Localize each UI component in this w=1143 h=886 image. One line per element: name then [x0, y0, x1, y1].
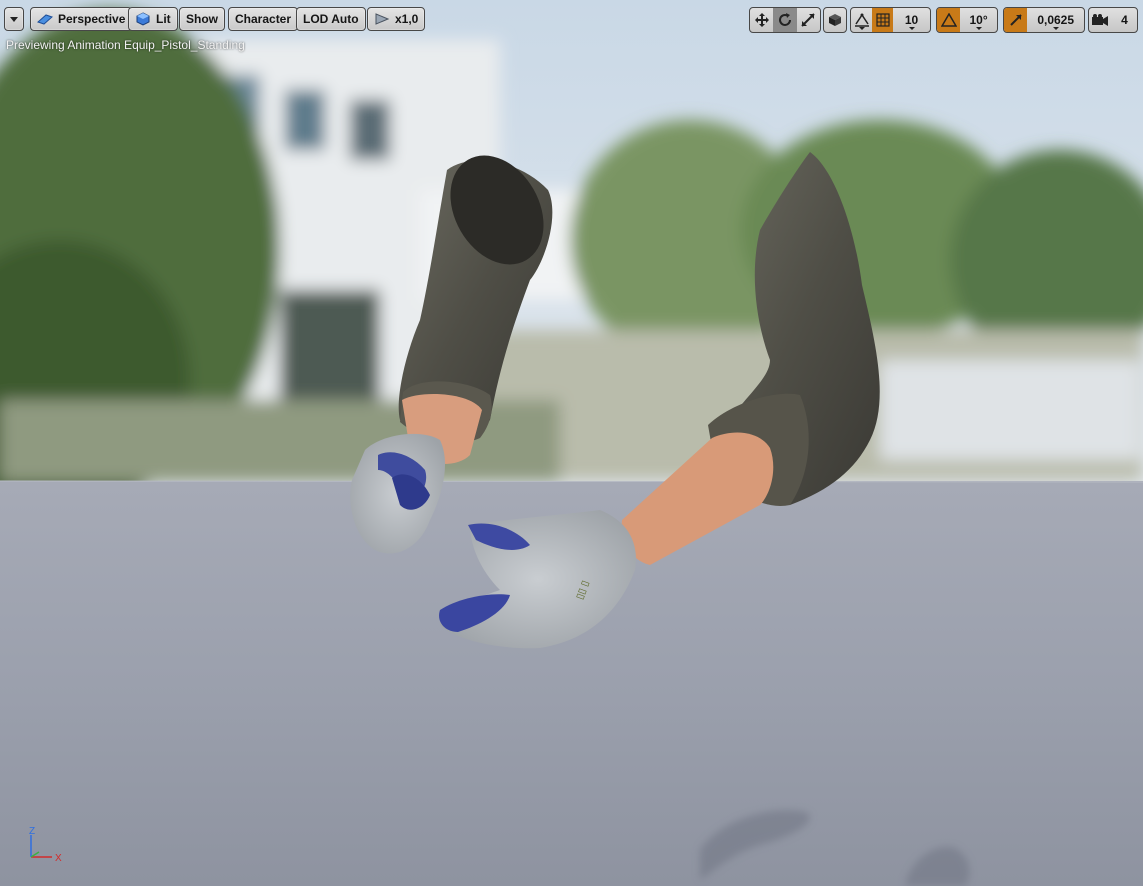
- translate-icon: [754, 13, 769, 27]
- translate-tool-button[interactable]: [750, 8, 773, 32]
- speed-label: x1,0: [395, 12, 419, 26]
- grid-snap-value: 10: [904, 13, 919, 27]
- chevron-down-icon: [908, 27, 915, 30]
- camera-speed-button[interactable]: [1089, 8, 1112, 32]
- axis-gizmo: Z X: [29, 826, 62, 864]
- coordinate-system-button[interactable]: [824, 8, 846, 32]
- rotation-snap-dropdown[interactable]: 10°: [960, 8, 997, 32]
- world-cube-icon: [829, 14, 841, 26]
- lod-label: LOD Auto: [303, 12, 359, 26]
- scale-snap-icon: [1009, 14, 1022, 26]
- transform-tools-group: [749, 7, 821, 33]
- scale-snap-group: 0,0625: [1003, 7, 1085, 33]
- grid-snap-toggle[interactable]: [872, 8, 894, 32]
- grid-icon: [875, 13, 890, 27]
- scale-snap-value: 0,0625: [1037, 13, 1075, 27]
- z-axis-label: Z: [29, 826, 35, 837]
- play-speed-icon: [374, 11, 390, 27]
- x-axis-label: X: [55, 853, 62, 864]
- rotate-icon: [779, 13, 791, 26]
- playback-speed-button[interactable]: x1,0: [367, 7, 426, 31]
- camera-speed-group: 4: [1088, 7, 1138, 33]
- preview-animation-label: Previewing Animation Equip_Pistol_Standi…: [6, 38, 245, 52]
- chevron-down-icon: [1052, 27, 1059, 30]
- camera-icon: [1092, 14, 1109, 26]
- surface-snap-icon: [854, 13, 869, 27]
- viewport-options-button[interactable]: [4, 7, 24, 31]
- rotation-snap-group: 10°: [936, 7, 998, 33]
- angle-icon: [940, 13, 957, 27]
- chevron-down-icon: [10, 16, 18, 22]
- camera-speed-value: 4: [1121, 13, 1128, 27]
- rotation-snap-value: 10°: [969, 13, 988, 27]
- coordinate-system-group: [823, 7, 847, 33]
- perspective-label: Perspective: [58, 12, 126, 26]
- scale-snap-dropdown[interactable]: 0,0625: [1027, 8, 1084, 32]
- perspective-camera-icon: [37, 11, 53, 27]
- animation-preview-viewport[interactable]: ▯▯ ▯ Perspective Lit Show Character LOD …: [0, 0, 1143, 886]
- grid-snap-group: 10: [850, 7, 931, 33]
- camera-speed-dropdown[interactable]: 4: [1112, 8, 1137, 32]
- lod-auto-button[interactable]: LOD Auto: [296, 7, 366, 31]
- character-button[interactable]: Character: [228, 7, 299, 31]
- scale-icon: [801, 13, 816, 27]
- show-label: Show: [186, 12, 218, 26]
- perspective-button[interactable]: Perspective: [30, 7, 133, 31]
- character-label: Character: [235, 12, 292, 26]
- grid-snap-size-dropdown[interactable]: 10: [893, 8, 930, 32]
- chevron-down-icon: [858, 27, 865, 30]
- scale-snap-toggle[interactable]: [1004, 8, 1028, 32]
- scale-tool-button[interactable]: [797, 8, 820, 32]
- lit-view-mode-button[interactable]: Lit: [128, 7, 178, 31]
- chevron-down-icon: [975, 27, 982, 30]
- lit-label: Lit: [156, 12, 171, 26]
- show-button[interactable]: Show: [179, 7, 225, 31]
- rotation-snap-toggle[interactable]: [937, 8, 961, 32]
- viewport-scene: ▯▯ ▯: [0, 0, 1143, 886]
- rotate-tool-button[interactable]: [773, 8, 797, 32]
- lit-sphere-icon: [135, 11, 151, 27]
- surface-snap-button[interactable]: [851, 8, 872, 32]
